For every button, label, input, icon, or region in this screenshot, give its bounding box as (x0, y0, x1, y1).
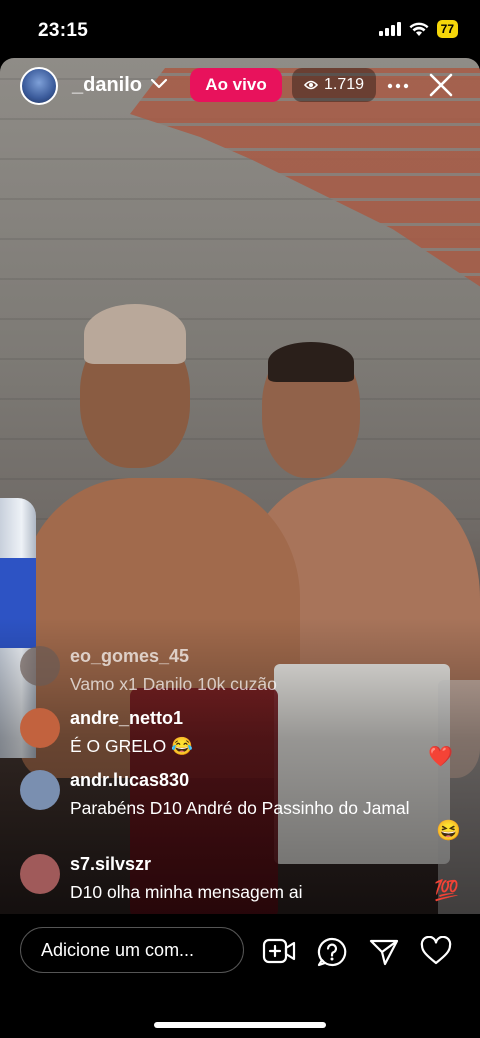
eye-icon (304, 80, 318, 90)
status-time: 23:15 (38, 20, 89, 41)
comment-input[interactable]: Adicione um com... (20, 927, 244, 973)
comment-username[interactable]: s7.silvszr (70, 854, 151, 875)
status-bar: 23:15 77 (0, 0, 480, 58)
chevron-down-icon[interactable] (150, 77, 168, 91)
comment-text: É O GRELO 😂 (70, 736, 193, 756)
host-avatar[interactable] (20, 67, 58, 105)
wifi-icon (409, 22, 429, 36)
viewer-count: 1.719 (324, 76, 365, 93)
comment-avatar[interactable] (20, 854, 60, 894)
comment-username[interactable]: andr.lucas830 (70, 770, 189, 791)
floating-100-reaction: 💯 (434, 880, 459, 902)
close-icon[interactable] (428, 72, 454, 98)
comment-text: Vamo x1 Danilo 10k cuzão (70, 674, 277, 694)
comment-username[interactable]: andre_netto1 (70, 708, 183, 729)
question-icon[interactable] (316, 936, 348, 968)
floating-laugh-reaction: 😆 (436, 820, 461, 842)
comment-username[interactable]: eo_gomes_45 (70, 646, 189, 667)
battery-level: 77 (440, 22, 454, 36)
status-indicators: 77 (378, 20, 458, 38)
signal-icon (378, 22, 401, 36)
host-username[interactable]: _danilo (72, 74, 142, 97)
live-badge: Ao vivo (190, 68, 282, 102)
bottom-bar: Adicione um com... (0, 914, 480, 1038)
comment-avatar[interactable] (20, 708, 60, 748)
battery-icon: 77 (436, 20, 458, 38)
more-icon[interactable] (386, 74, 410, 98)
heart-icon[interactable] (420, 936, 452, 966)
add-video-icon[interactable] (262, 936, 296, 966)
floating-heart-reaction: ❤️ (428, 746, 453, 768)
comment-text: D10 olha minha mensagem ai (70, 882, 303, 902)
comment-avatar[interactable] (20, 646, 60, 686)
viewer-count-pill[interactable]: 1.719 (292, 68, 377, 102)
home-indicator[interactable] (154, 1022, 326, 1028)
person-left-cap (84, 304, 186, 364)
person-right-hair (268, 342, 354, 382)
live-header: _danilo Ao vivo 1.719 (0, 64, 480, 108)
comment-text: Parabéns D10 André do Passinho do Jamal (70, 798, 410, 818)
comment-avatar[interactable] (20, 770, 60, 810)
send-icon[interactable] (368, 936, 400, 968)
